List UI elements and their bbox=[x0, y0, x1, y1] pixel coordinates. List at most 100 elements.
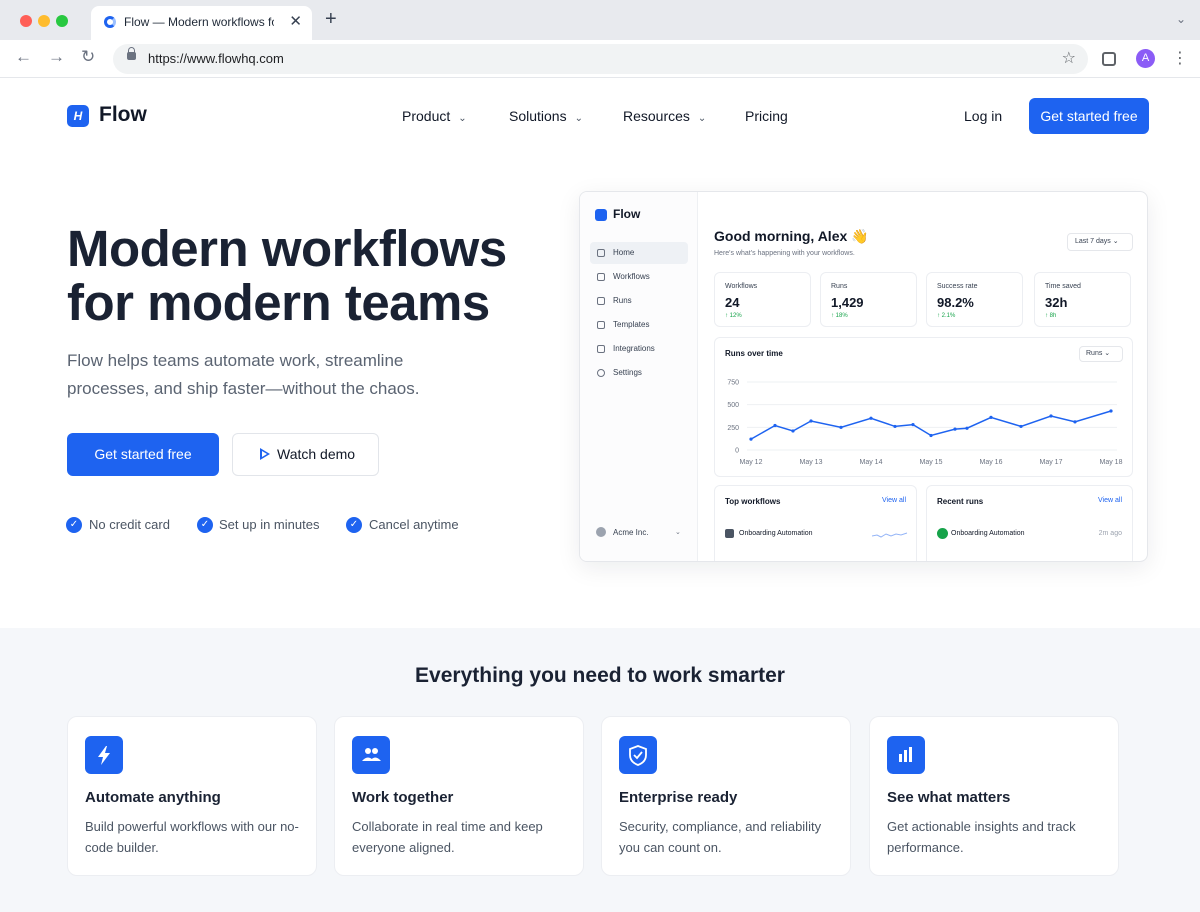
view-all-link[interactable]: View all bbox=[882, 497, 906, 504]
bar-chart-icon bbox=[887, 736, 925, 774]
hero-title: Modern workflows for modern teams bbox=[67, 220, 507, 331]
tab-close-icon[interactable]: ✕ bbox=[289, 12, 302, 30]
watch-demo-button[interactable]: Watch demo bbox=[232, 433, 379, 476]
browser-tab[interactable]: Flow — Modern workflows for teams ✕ bbox=[91, 6, 312, 40]
bookmark-star-icon[interactable]: ☆ bbox=[1062, 48, 1076, 68]
reload-icon[interactable]: ↻ bbox=[81, 47, 95, 67]
shield-icon-svg bbox=[629, 745, 647, 766]
window-zoom-dot[interactable] bbox=[56, 15, 68, 27]
nav-resources[interactable]: Resources ⌄ bbox=[623, 108, 706, 124]
data-point bbox=[773, 423, 777, 428]
nav-solutions[interactable]: Solutions ⌄ bbox=[509, 108, 583, 124]
brand-name[interactable]: Flow bbox=[99, 103, 147, 127]
data-point bbox=[989, 415, 993, 419]
feature-title: Automate anything bbox=[85, 789, 221, 806]
flow-logo-icon bbox=[595, 209, 607, 221]
nav-pricing[interactable]: Pricing bbox=[745, 108, 788, 124]
data-point bbox=[809, 419, 813, 423]
data-point bbox=[1019, 424, 1023, 429]
stat-label: Workflows bbox=[725, 283, 758, 290]
sidebar-item-settings[interactable]: Settings bbox=[590, 362, 688, 384]
flow-logo-icon[interactable]: H bbox=[67, 105, 89, 127]
stat-value: 98.2% bbox=[937, 295, 974, 310]
data-point bbox=[929, 433, 933, 438]
shield-icon bbox=[619, 736, 657, 774]
feature-title: Enterprise ready bbox=[619, 789, 738, 806]
flow-favicon-icon bbox=[104, 16, 116, 28]
workflow-name: Onboarding Automation bbox=[739, 530, 813, 537]
get-started-hero-button[interactable]: Get started free bbox=[67, 433, 219, 476]
window-close-dot[interactable] bbox=[20, 15, 32, 27]
sidebar-item-label: Settings bbox=[613, 368, 642, 377]
stat-delta: ↑ 8h bbox=[1045, 313, 1057, 319]
x-tick-label: May 18 bbox=[1100, 459, 1123, 466]
x-tick-label: May 15 bbox=[920, 459, 943, 466]
data-point bbox=[953, 427, 957, 431]
dashboard-brand: Flow bbox=[613, 207, 641, 221]
sidebar-item-label: Home bbox=[613, 248, 635, 257]
workflow-icon bbox=[725, 529, 734, 538]
dashboard-preview: Flow Home Workflows Runs Templates Integ… bbox=[579, 191, 1148, 562]
sidebar-item-home[interactable]: Home bbox=[590, 242, 688, 264]
feature-desc: Security, compliance, and reliability yo… bbox=[619, 819, 822, 855]
benefit-setup-minutes: Set up in minutes bbox=[219, 517, 320, 532]
stat-label: Runs bbox=[831, 283, 848, 290]
feature-desc: Collaborate in real time and keep everyo… bbox=[352, 819, 543, 855]
sidebar-item-runs[interactable]: Runs bbox=[590, 290, 688, 312]
stat-delta: ↑ 18% bbox=[831, 313, 848, 319]
x-tick-label: May 17 bbox=[1040, 459, 1063, 466]
dashboard-sidebar: Flow Home Workflows Runs Templates Integ… bbox=[580, 192, 698, 561]
features-heading: Everything you need to work smarter bbox=[415, 664, 785, 687]
chevron-down-icon[interactable]: ⌄ bbox=[675, 528, 681, 536]
nav-product[interactable]: Product ⌄ bbox=[402, 108, 467, 124]
window-minimize-dot[interactable] bbox=[38, 15, 50, 27]
address-bar[interactable]: https://www.flowhq.com ☆ bbox=[113, 44, 1088, 74]
workspace-switcher[interactable]: Acme Inc. bbox=[596, 527, 649, 537]
run-row[interactable]: Onboarding Automation bbox=[937, 528, 1025, 539]
data-point bbox=[839, 425, 843, 429]
data-point bbox=[869, 416, 873, 420]
forward-icon[interactable]: → bbox=[48, 47, 65, 67]
tab-search-chevron-icon[interactable]: ⌄ bbox=[1176, 12, 1186, 26]
sidebar-item-label: Runs bbox=[613, 296, 632, 305]
template-icon bbox=[597, 321, 605, 329]
data-point bbox=[893, 424, 897, 429]
nav-product-label: Product bbox=[402, 108, 451, 124]
browser-menu-icon[interactable]: ⋮ bbox=[1172, 48, 1188, 68]
x-tick-label: May 16 bbox=[980, 459, 1003, 466]
workflow-row[interactable]: Onboarding Automation bbox=[725, 529, 813, 538]
new-tab-icon[interactable]: + bbox=[325, 8, 337, 31]
sidebar-item-label: Templates bbox=[613, 320, 650, 329]
sidebar-item-templates[interactable]: Templates bbox=[590, 314, 688, 336]
y-tick-label: 500 bbox=[727, 402, 739, 409]
view-all-link[interactable]: View all bbox=[1098, 497, 1122, 504]
get-started-nav-button[interactable]: Get started free bbox=[1029, 98, 1149, 134]
check-circle-icon: ✓ bbox=[197, 517, 213, 533]
feature-card-automate: Automate anything Build powerful workflo… bbox=[67, 716, 317, 876]
login-link[interactable]: Log in bbox=[964, 108, 1002, 124]
date-range-select[interactable]: Last 7 days ⌄ bbox=[1067, 233, 1133, 251]
sidebar-item-integrations[interactable]: Integrations bbox=[590, 338, 688, 360]
browser-tab-bar: Flow — Modern workflows for teams ✕ + ⌄ bbox=[0, 0, 1200, 40]
bar-chart-icon-svg bbox=[899, 747, 912, 762]
data-point bbox=[911, 423, 915, 427]
team-icon bbox=[352, 736, 390, 774]
browser-toolbar: ← → ↻ https://www.flowhq.com ☆ A ⋮ bbox=[0, 40, 1200, 78]
feature-card-work-together: Work together Collaborate in real time a… bbox=[334, 716, 584, 876]
feature-card-insights: See what matters Get actionable insights… bbox=[869, 716, 1119, 876]
dashboard-greeting-sub: Here's what's happening with your workfl… bbox=[714, 250, 855, 257]
back-icon[interactable]: ← bbox=[15, 47, 32, 67]
address-url[interactable]: https://www.flowhq.com bbox=[148, 51, 284, 66]
profile-avatar[interactable]: A bbox=[1136, 49, 1155, 68]
x-tick-label: May 13 bbox=[800, 459, 823, 466]
hero-subtitle: Flow helps teams automate work, streamli… bbox=[67, 351, 420, 398]
stat-value: 1,429 bbox=[831, 295, 864, 310]
data-point bbox=[1073, 420, 1077, 424]
date-range-label: Last 7 days bbox=[1075, 238, 1111, 245]
sidebar-item-workflows[interactable]: Workflows bbox=[590, 266, 688, 288]
integrations-icon bbox=[597, 345, 605, 353]
extensions-icon[interactable] bbox=[1102, 52, 1116, 66]
run-time: 2m ago bbox=[1098, 530, 1122, 537]
stat-card-success-rate: Success rate 98.2% ↑ 2.1% bbox=[926, 272, 1023, 327]
stat-delta: ↑ 12% bbox=[725, 313, 742, 319]
